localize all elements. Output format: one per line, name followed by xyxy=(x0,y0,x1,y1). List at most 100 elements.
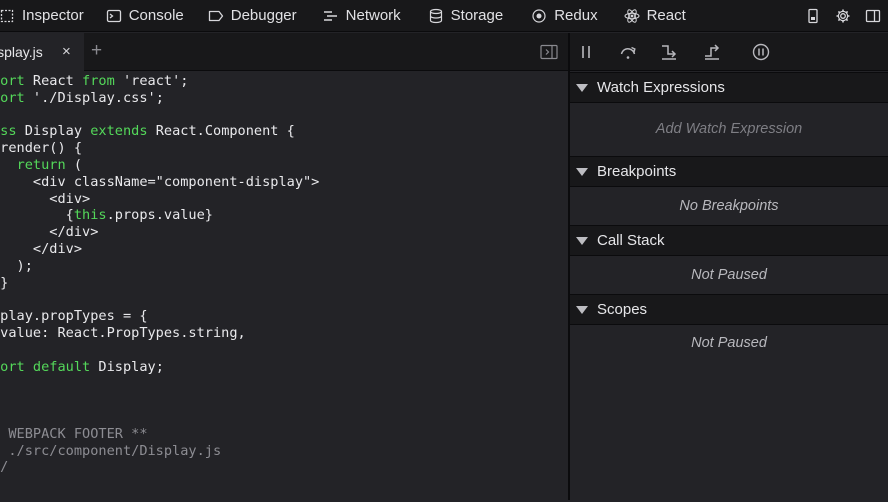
code-line: ); xyxy=(0,258,560,275)
code-token: './Display.css'; xyxy=(24,89,164,106)
code-token: React xyxy=(24,73,83,89)
close-icon[interactable]: × xyxy=(62,43,71,60)
tab-react[interactable]: React xyxy=(624,0,696,32)
add-watch-expression-input[interactable]: Add Watch Expression xyxy=(570,121,888,137)
collapse-triangle-icon xyxy=(576,305,588,314)
section-title: Watch Expressions xyxy=(597,79,725,96)
code-line: return ( xyxy=(0,157,560,174)
source-editor-pane: isplay.js × + port React from 'react';po… xyxy=(0,33,568,500)
code-token: ( xyxy=(65,156,83,173)
code-line: port React from 'react'; xyxy=(0,73,560,90)
tab-console[interactable]: Console xyxy=(106,0,194,32)
code-line: <div> xyxy=(0,191,560,208)
tab-label: Redux xyxy=(554,7,598,24)
code-line: * WEBPACK FOOTER ** xyxy=(0,426,560,443)
pause-icon[interactable] xyxy=(577,43,595,61)
code-line: splay.propTypes = { xyxy=(0,308,560,325)
code-token: } xyxy=(0,274,9,291)
tab-debugger[interactable]: Debugger xyxy=(208,0,307,32)
code-line: } xyxy=(0,275,560,292)
add-tab-icon[interactable]: + xyxy=(91,40,102,62)
tab-network[interactable]: Network xyxy=(323,0,411,32)
scopes-status: Not Paused xyxy=(691,335,767,351)
tab-label: Inspector xyxy=(22,7,84,24)
code-token: port xyxy=(0,73,25,89)
code-token: Display xyxy=(16,123,91,140)
tab-storage[interactable]: Storage xyxy=(428,0,514,32)
code-token: return xyxy=(16,156,66,173)
toggle-sidebar-icon[interactable] xyxy=(540,44,558,60)
watch-expressions-header[interactable]: Watch Expressions xyxy=(570,72,888,103)
source-tab-label: isplay.js xyxy=(0,44,43,60)
collapse-triangle-icon xyxy=(576,236,588,245)
redux-icon xyxy=(531,8,547,24)
dock-side-icon[interactable] xyxy=(858,0,888,32)
scopes-header[interactable]: Scopes xyxy=(570,294,888,325)
code-line: </div> xyxy=(0,241,560,258)
source-tabs: isplay.js × + xyxy=(0,33,568,71)
code-line: ass Display extends React.Component { xyxy=(0,123,560,140)
code-token: ass xyxy=(0,123,17,140)
section-title: Scopes xyxy=(597,301,648,318)
tab-label: Console xyxy=(128,7,184,24)
code-token: </div> xyxy=(0,224,99,241)
pause-on-exceptions-icon[interactable] xyxy=(752,43,770,61)
storage-icon xyxy=(428,8,444,24)
code-token: this xyxy=(73,207,107,224)
section-title: Call Stack xyxy=(597,232,665,249)
code-line: </div> xyxy=(0,224,560,241)
section-title: Breakpoints xyxy=(597,163,677,180)
code-token: extends xyxy=(90,123,148,140)
collapse-triangle-icon xyxy=(576,83,588,92)
code-line: render() { xyxy=(0,140,560,157)
call-stack-header[interactable]: Call Stack xyxy=(570,225,888,256)
step-out-icon[interactable] xyxy=(703,43,721,61)
code-token: 'react'; xyxy=(114,73,189,89)
code-token: port default xyxy=(0,358,91,375)
inspector-icon xyxy=(0,8,15,24)
collapse-triangle-icon xyxy=(576,167,588,176)
step-over-icon[interactable] xyxy=(619,43,637,61)
code-line: <div className="component-display"> xyxy=(0,174,560,191)
code-token: from xyxy=(82,73,115,89)
network-icon xyxy=(323,8,339,24)
call-stack-status: Not Paused xyxy=(691,267,767,283)
code-token: </div> xyxy=(0,240,83,257)
console-icon xyxy=(106,8,122,24)
code-view[interactable]: port React from 'react';port './Display.… xyxy=(0,71,568,502)
source-tab-display-js[interactable]: isplay.js × xyxy=(0,33,84,71)
tab-label: Network xyxy=(345,7,401,24)
tab-redux[interactable]: Redux xyxy=(531,0,607,32)
code-line: * ./src/component/Display.js xyxy=(0,443,560,460)
responsive-mode-icon[interactable] xyxy=(798,0,828,32)
settings-gear-icon[interactable] xyxy=(828,0,858,32)
code-token: <div> xyxy=(0,190,91,207)
code-token: ); xyxy=(16,257,33,274)
code-token: .props.value} xyxy=(106,207,213,224)
devtools-toolbar: Inspector Console Debugger Network Stora… xyxy=(0,0,888,32)
code-token: * WEBPACK FOOTER ** xyxy=(0,425,148,442)
breakpoints-header[interactable]: Breakpoints xyxy=(570,156,888,187)
tab-label: Debugger xyxy=(230,7,297,24)
breakpoints-empty-text: No Breakpoints xyxy=(679,198,779,214)
react-icon xyxy=(624,8,640,24)
code-token: Display; xyxy=(90,358,164,375)
debugger-sidebar: Watch Expressions Add Watch Expression B… xyxy=(570,33,888,500)
code-token: value: React.PropTypes.string, xyxy=(0,324,246,341)
code-token: port xyxy=(0,89,25,106)
code-line: port './Display.css'; xyxy=(0,90,560,107)
step-in-icon[interactable] xyxy=(660,43,678,61)
tab-inspector[interactable]: Inspector xyxy=(0,0,94,32)
tab-label: React xyxy=(646,7,686,24)
code-token: render() { xyxy=(0,140,83,157)
code-line: {this.props.value} xyxy=(0,207,560,224)
code-line: port default Display; xyxy=(0,359,560,376)
code-token: */ xyxy=(0,459,9,476)
